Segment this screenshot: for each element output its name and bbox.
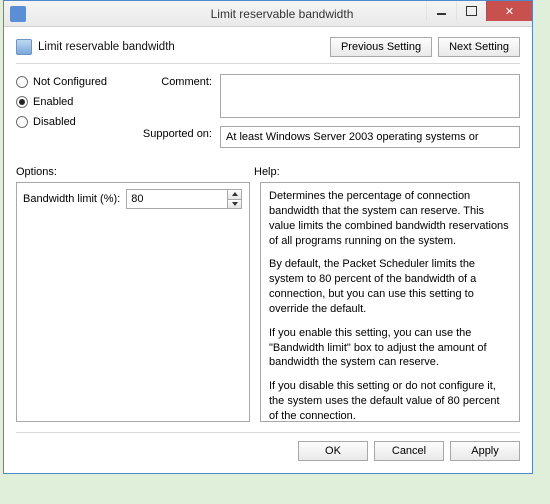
spinner-buttons bbox=[227, 190, 241, 208]
state-radio-group: Not Configured Enabled Disabled bbox=[16, 74, 126, 156]
radio-label: Not Configured bbox=[33, 76, 107, 88]
help-text: If you enable this setting, you can use … bbox=[269, 326, 511, 371]
titlebar[interactable]: Limit reservable bandwidth bbox=[4, 1, 532, 27]
maximize-button[interactable] bbox=[456, 1, 486, 21]
supported-row: Supported on: At least Windows Server 20… bbox=[140, 126, 520, 148]
bandwidth-limit-spinner bbox=[126, 189, 242, 209]
policy-title: Limit reservable bandwidth bbox=[38, 41, 175, 53]
chevron-down-icon bbox=[232, 202, 238, 206]
help-text: If you disable this setting or do not co… bbox=[269, 379, 511, 422]
close-button[interactable] bbox=[486, 1, 532, 21]
dialog-window: Limit reservable bandwidth Limit reserva… bbox=[3, 0, 533, 474]
bandwidth-limit-row: Bandwidth limit (%): bbox=[23, 189, 243, 209]
radio-icon bbox=[16, 96, 28, 108]
gpedit-icon bbox=[10, 6, 26, 22]
supported-label: Supported on: bbox=[140, 126, 212, 148]
radio-not-configured[interactable]: Not Configured bbox=[16, 76, 126, 88]
next-setting-button[interactable]: Next Setting bbox=[438, 37, 520, 57]
chevron-up-icon bbox=[232, 192, 238, 196]
radio-icon bbox=[16, 76, 28, 88]
radio-icon bbox=[16, 116, 28, 128]
comment-input[interactable] bbox=[220, 74, 520, 118]
apply-button[interactable]: Apply bbox=[450, 441, 520, 461]
options-section-label: Options: bbox=[16, 166, 254, 178]
policy-icon bbox=[16, 39, 32, 55]
radio-disabled[interactable]: Disabled bbox=[16, 116, 126, 128]
divider bbox=[16, 63, 520, 64]
header-row: Limit reservable bandwidth Previous Sett… bbox=[16, 37, 520, 57]
supported-value: At least Windows Server 2003 operating s… bbox=[220, 126, 520, 148]
spinner-down-button[interactable] bbox=[228, 200, 241, 209]
section-labels: Options: Help: bbox=[16, 166, 520, 178]
window-controls bbox=[426, 1, 532, 21]
fields-column: Comment: Supported on: At least Windows … bbox=[140, 74, 520, 156]
nav-buttons: Previous Setting Next Setting bbox=[330, 37, 520, 57]
help-text: By default, the Packet Scheduler limits … bbox=[269, 257, 511, 316]
ok-button[interactable]: OK bbox=[298, 441, 368, 461]
bandwidth-limit-input[interactable] bbox=[127, 190, 227, 208]
minimize-button[interactable] bbox=[426, 1, 456, 21]
bandwidth-limit-label: Bandwidth limit (%): bbox=[23, 193, 120, 205]
help-section-label: Help: bbox=[254, 166, 280, 178]
comment-label: Comment: bbox=[140, 74, 212, 118]
radio-enabled[interactable]: Enabled bbox=[16, 96, 126, 108]
comment-row: Comment: bbox=[140, 74, 520, 118]
footer-buttons: OK Cancel Apply bbox=[16, 432, 520, 461]
help-text: Determines the percentage of connection … bbox=[269, 189, 511, 248]
help-panel[interactable]: Determines the percentage of connection … bbox=[260, 182, 520, 422]
previous-setting-button[interactable]: Previous Setting bbox=[330, 37, 432, 57]
options-panel: Bandwidth limit (%): bbox=[16, 182, 250, 422]
lower-pane: Bandwidth limit (%): Determines the perc… bbox=[16, 182, 520, 422]
radio-label: Disabled bbox=[33, 116, 76, 128]
radio-label: Enabled bbox=[33, 96, 73, 108]
cancel-button[interactable]: Cancel bbox=[374, 441, 444, 461]
upper-pane: Not Configured Enabled Disabled Comment: bbox=[16, 74, 520, 156]
client-area: Limit reservable bandwidth Previous Sett… bbox=[4, 27, 532, 473]
spinner-up-button[interactable] bbox=[228, 190, 241, 200]
